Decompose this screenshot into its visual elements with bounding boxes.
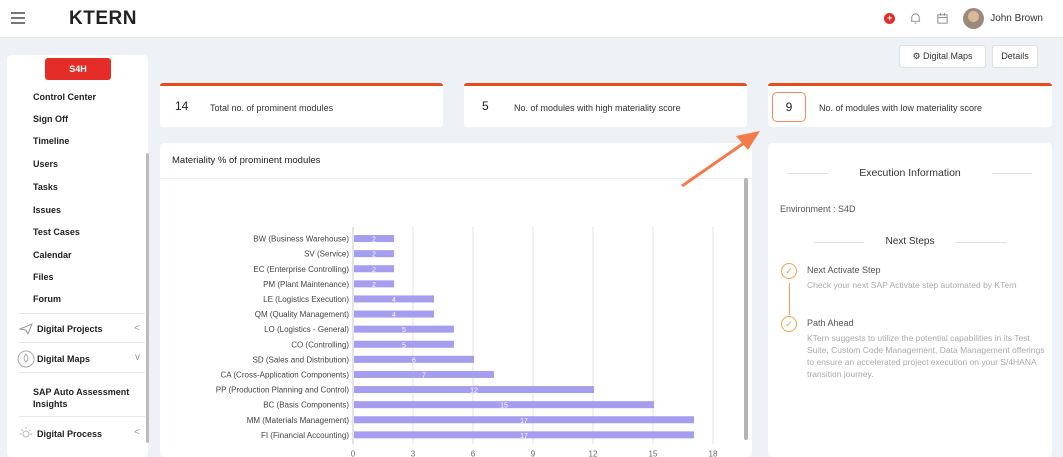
digital-maps-button[interactable]: ⚙ Digital Maps [899, 45, 986, 68]
ktern-logo[interactable]: KTERN [69, 8, 137, 30]
sidebar-divider [19, 372, 145, 373]
stat-label: No. of modules with high materiality sco… [514, 103, 681, 113]
data-label: 2 [372, 237, 376, 244]
sidebar-item-digital-projects[interactable]: Digital Projects [37, 324, 103, 334]
top-header: KTERN + John Brown [0, 0, 1063, 38]
data-label: 12 [470, 388, 478, 395]
y-tick-label: FI (Financial Accounting) [261, 431, 349, 440]
data-label: 17 [520, 418, 528, 425]
sidebar-divider [19, 342, 145, 343]
data-label: 6 [412, 357, 416, 364]
data-label: 17 [520, 433, 528, 440]
sidebar: S4H Control Center Sign Off Timeline Use… [7, 55, 148, 457]
y-tick-label: BC (Basis Components) [263, 401, 349, 410]
step-description: KTern suggests to utilize the potential … [807, 333, 1045, 379]
user-name[interactable]: John Brown [990, 13, 1043, 24]
y-tick-label: CO (Controlling) [291, 340, 349, 349]
chevron-left-icon[interactable]: < [134, 323, 140, 334]
settings-icon: ⚙ [912, 51, 921, 61]
check-circle-icon: ✓ [781, 316, 797, 332]
stat-card-low: 9 No. of modules with low materiality sc… [768, 83, 1052, 127]
header-actions: + John Brown [884, 8, 1043, 29]
y-tick-label: SD (Sales and Distribution) [253, 355, 350, 364]
sidebar-item-issues[interactable]: Issues [33, 205, 61, 215]
x-tick-label: 0 [351, 449, 356, 457]
stat-value: 5 [482, 99, 489, 113]
next-steps-title: Next Steps [885, 236, 935, 247]
y-tick-label: LE (Logistics Execution) [263, 295, 349, 304]
details-button[interactable]: Details [992, 45, 1038, 68]
y-tick-label: BW (Business Warehouse) [253, 235, 349, 244]
y-tick-label: MM (Materials Management) [247, 416, 350, 425]
calendar-icon[interactable] [936, 12, 949, 25]
sidebar-divider [19, 313, 145, 314]
chevron-down-icon[interactable]: v [135, 352, 140, 363]
sidebar-item-sign-off[interactable]: Sign Off [33, 114, 68, 124]
menu-icon[interactable] [11, 12, 25, 24]
y-tick-label: SV (Service) [304, 250, 349, 259]
data-label: 7 [422, 372, 426, 379]
execution-info-panel: Execution Information Environment : S4D … [768, 143, 1052, 457]
divider [956, 242, 1006, 243]
bell-icon[interactable] [909, 12, 922, 25]
stat-value: 14 [175, 99, 189, 113]
sidebar-item-users[interactable]: Users [33, 159, 58, 169]
data-label: 2 [372, 252, 376, 259]
materiality-chart-panel: Materiality % of prominent modules 03691… [160, 143, 752, 457]
sidebar-item-files[interactable]: Files [33, 272, 54, 282]
y-tick-label: CA (Cross-Application Components) [221, 370, 350, 379]
sidebar-item-sap-auto-assessment[interactable]: SAP Auto Assessment Insights [33, 386, 141, 410]
project-badge[interactable]: S4H [45, 58, 111, 80]
sidebar-item-calendar[interactable]: Calendar [33, 250, 72, 260]
divider [992, 173, 1032, 174]
x-tick-label: 12 [589, 449, 598, 457]
data-label: 4 [392, 312, 396, 319]
x-tick-label: 3 [411, 449, 416, 457]
data-label: 5 [402, 342, 406, 349]
environment-label: Environment : S4D [780, 204, 856, 214]
y-tick-label: QM (Quality Management) [255, 310, 350, 319]
stat-card-high: 5 No. of modules with high materiality s… [464, 83, 747, 127]
step-title[interactable]: Path Ahead [807, 318, 854, 328]
add-icon[interactable]: + [884, 13, 896, 24]
avatar[interactable] [963, 8, 985, 29]
stat-value-highlight: 9 [772, 92, 806, 122]
data-label: 4 [392, 297, 396, 304]
digital-maps-label: Digital Maps [923, 51, 973, 61]
x-tick-label: 18 [709, 449, 718, 457]
sidebar-item-test-cases[interactable]: Test Cases [33, 227, 80, 237]
stat-card-total: 14 Total no. of prominent modules [160, 83, 443, 127]
data-label: 2 [372, 267, 376, 274]
chevron-left-icon[interactable]: < [134, 427, 140, 438]
stat-label: Total no. of prominent modules [210, 103, 334, 113]
sidebar-item-timeline[interactable]: Timeline [33, 136, 69, 146]
step-connector [789, 283, 790, 315]
data-label: 15 [500, 403, 508, 410]
sun-icon [20, 427, 32, 438]
data-label: 2 [372, 282, 376, 289]
step-title[interactable]: Next Activate Step [807, 265, 881, 275]
y-tick-label: PM (Plant Maintenance) [263, 280, 349, 289]
sidebar-item-digital-process[interactable]: Digital Process [37, 429, 102, 439]
x-tick-label: 9 [531, 449, 536, 457]
chart-scrollbar[interactable] [744, 178, 748, 440]
x-tick-label: 15 [649, 449, 658, 457]
stat-label: No. of modules with low materiality scor… [819, 103, 983, 113]
sidebar-item-tasks[interactable]: Tasks [33, 182, 58, 192]
y-tick-label: EC (Enterprise Controlling) [253, 265, 349, 274]
map-drop-icon [17, 350, 35, 368]
data-label: 5 [402, 327, 406, 334]
step-description: Check your next SAP Activate step automa… [807, 280, 1017, 290]
sidebar-item-forum[interactable]: Forum [33, 294, 61, 304]
y-tick-label: PP (Production Planning and Control) [216, 386, 350, 395]
check-circle-icon: ✓ [781, 263, 797, 279]
materiality-bar-chart: 0 3 6 9 12 15 18 BW (Business Warehouse) 2 SV (Se… [216, 227, 718, 457]
sidebar-divider [19, 416, 145, 417]
x-tick-label: 6 [471, 449, 476, 457]
sidebar-scrollbar[interactable] [146, 153, 149, 443]
y-tick-label: LO (Logistics - General) [264, 325, 349, 334]
sidebar-item-digital-maps[interactable]: Digital Maps [37, 354, 90, 364]
send-icon [19, 323, 33, 336]
sidebar-item-control-center[interactable]: Control Center [33, 92, 96, 102]
